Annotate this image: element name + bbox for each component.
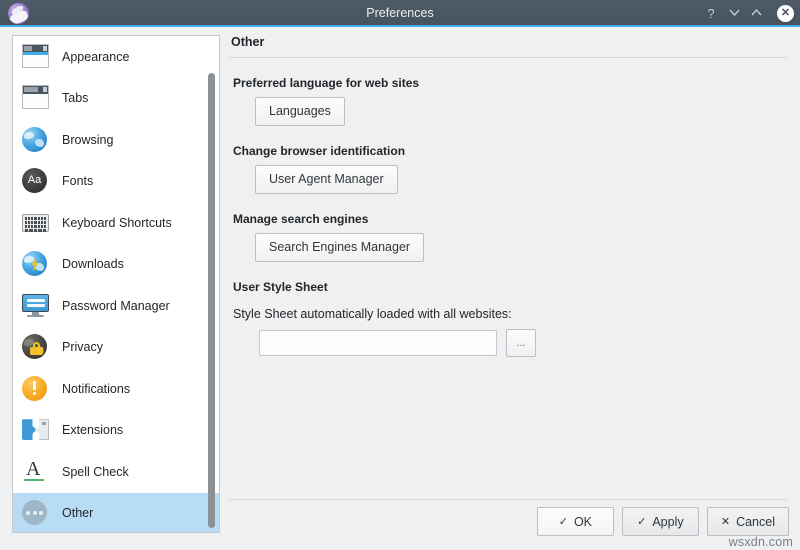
- globe-icon: [22, 126, 50, 154]
- preferred-language-label: Preferred language for web sites: [233, 76, 789, 90]
- style-sheet-description: Style Sheet automatically loaded with al…: [233, 307, 789, 321]
- puzzle-piece-icon: [22, 416, 50, 444]
- apply-button-label: Apply: [652, 515, 683, 529]
- browser-identification-label: Change browser identification: [233, 144, 789, 158]
- sidebar-item-label: Appearance: [62, 50, 129, 64]
- ok-button[interactable]: ✓ OK: [537, 507, 614, 536]
- chevron-down-icon[interactable]: [722, 0, 744, 27]
- watermark: wsxdn.com: [729, 535, 793, 549]
- globe-download-icon: [22, 250, 50, 278]
- warning-circle-icon: [22, 375, 50, 403]
- font-aa-icon: Aa: [22, 167, 50, 195]
- user-agent-manager-button[interactable]: User Agent Manager: [255, 165, 398, 194]
- sidebar-item-appearance[interactable]: Appearance: [13, 36, 219, 78]
- vertical-scrollbar[interactable]: [208, 73, 215, 528]
- help-icon[interactable]: ?: [700, 0, 722, 27]
- sidebar-item-label: Browsing: [62, 133, 113, 147]
- cancel-button[interactable]: ✕ Cancel: [707, 507, 789, 536]
- page-title: Other: [229, 35, 789, 49]
- settings-content-panel: Other Preferred language for web sites L…: [229, 35, 789, 490]
- sidebar-item-label: Downloads: [62, 257, 124, 271]
- search-engines-manager-button[interactable]: Search Engines Manager: [255, 233, 424, 262]
- sidebar-item-downloads[interactable]: Downloads: [13, 244, 219, 286]
- sidebar-item-label: Keyboard Shortcuts: [62, 216, 172, 230]
- languages-button[interactable]: Languages: [255, 97, 345, 126]
- sidebar-item-fonts[interactable]: Aa Fonts: [13, 161, 219, 203]
- sidebar-item-tabs[interactable]: Tabs: [13, 78, 219, 120]
- dots-circle-icon: [22, 499, 50, 527]
- tabs-window-icon: [22, 84, 50, 112]
- sidebar-item-browsing[interactable]: Browsing: [13, 119, 219, 161]
- sidebar-item-spell-check[interactable]: A Spell Check: [13, 451, 219, 493]
- scrollbar-thumb[interactable]: [208, 73, 215, 528]
- style-sheet-row: ...: [259, 329, 789, 357]
- window-title: Preferences: [0, 0, 800, 27]
- keyboard-icon: [22, 209, 50, 237]
- footer-separator: [229, 499, 787, 500]
- sidebar-item-other[interactable]: Other: [13, 493, 219, 534]
- chevron-up-icon[interactable]: [744, 0, 766, 27]
- cancel-button-label: Cancel: [736, 515, 775, 529]
- sidebar-item-label: Fonts: [62, 174, 93, 188]
- user-style-sheet-label: User Style Sheet: [233, 280, 789, 294]
- ok-button-label: OK: [574, 515, 592, 529]
- settings-sidebar[interactable]: Appearance Tabs Browsing Aa Fonts: [12, 35, 220, 533]
- sidebar-item-label: Spell Check: [62, 465, 129, 479]
- sidebar-item-label: Privacy: [62, 340, 103, 354]
- browse-button[interactable]: ...: [506, 329, 536, 357]
- preferences-window: Preferences ? ✕ Appearance Tabs B: [0, 0, 800, 550]
- title-bar: Preferences ? ✕: [0, 0, 800, 27]
- globe-lock-icon: [22, 333, 50, 361]
- apply-button[interactable]: ✓ Apply: [622, 507, 699, 536]
- check-icon: ✓: [637, 515, 646, 528]
- check-icon: ✓: [559, 515, 568, 528]
- style-sheet-path-input[interactable]: [259, 330, 497, 356]
- monitor-password-icon: [22, 292, 50, 320]
- sidebar-item-label: Password Manager: [62, 299, 170, 313]
- sidebar-item-keyboard-shortcuts[interactable]: Keyboard Shortcuts: [13, 202, 219, 244]
- letter-a-underline-icon: A: [22, 458, 50, 486]
- close-icon: ✕: [721, 515, 730, 528]
- sidebar-item-privacy[interactable]: Privacy: [13, 327, 219, 369]
- window-icon: [22, 43, 50, 71]
- sidebar-item-password-manager[interactable]: Password Manager: [13, 285, 219, 327]
- sidebar-item-extensions[interactable]: Extensions: [13, 410, 219, 452]
- sidebar-item-notifications[interactable]: Notifications: [13, 368, 219, 410]
- dialog-button-bar: ✓ OK ✓ Apply ✕ Cancel: [537, 507, 789, 536]
- sidebar-item-label: Extensions: [62, 423, 123, 437]
- title-separator: [229, 57, 787, 58]
- close-icon[interactable]: ✕: [777, 5, 794, 22]
- sidebar-item-label: Other: [62, 506, 93, 520]
- sidebar-item-label: Notifications: [62, 382, 130, 396]
- sidebar-item-label: Tabs: [62, 91, 88, 105]
- manage-search-engines-label: Manage search engines: [233, 212, 789, 226]
